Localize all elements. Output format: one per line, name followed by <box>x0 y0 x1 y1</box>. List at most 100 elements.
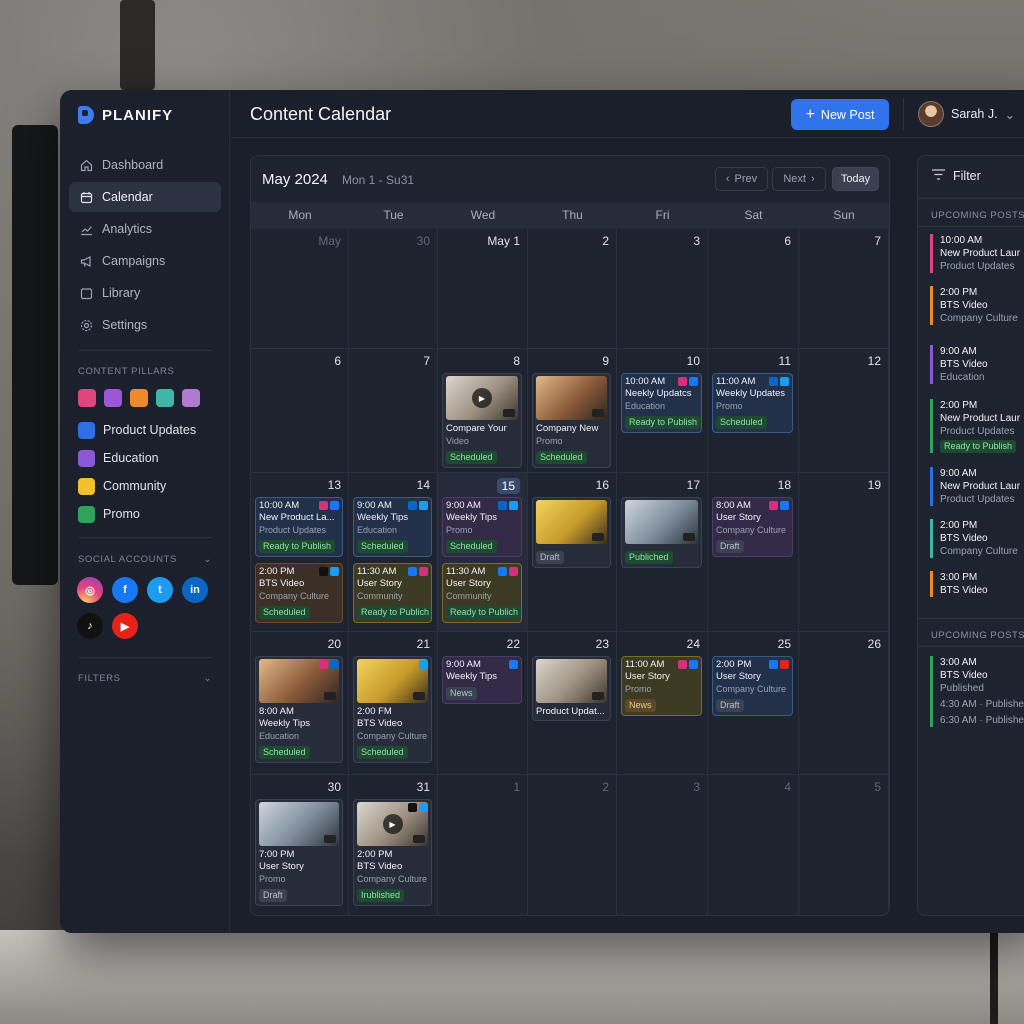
color-swatch[interactable] <box>182 389 200 407</box>
pillar-community[interactable]: Community <box>78 472 218 500</box>
filter-button[interactable]: Filter <box>932 169 981 183</box>
day-cell[interactable]: 7 <box>349 349 438 473</box>
day-cell[interactable]: 2 <box>528 775 617 915</box>
day-cell[interactable]: 21 2:00 FM BTS Video Company Culture Schedul… <box>349 632 438 775</box>
post-card[interactable]: 9:00 AM Weekly Tips Education Scheduled <box>353 497 432 557</box>
day-cell[interactable]: 6 <box>708 229 799 349</box>
post-card[interactable]: 11:30 AM User Story Community Ready to Publ… <box>442 563 522 623</box>
today-button[interactable]: Today <box>832 167 879 191</box>
day-cell[interactable]: 6 <box>251 349 349 473</box>
day-cell[interactable]: 3 <box>617 775 708 915</box>
nav-item-settings[interactable]: Settings <box>69 310 221 340</box>
upcoming-item[interactable]: 2:00 PM New Product Laur Product Updates Re… <box>930 399 1024 453</box>
day-cell[interactable]: 7 <box>799 229 889 349</box>
day-cell[interactable]: 24 11:00 AM User Story Promo News <box>617 632 708 775</box>
facebook-icon[interactable]: f <box>112 577 138 603</box>
post-card[interactable]: 11:00 AM User Story Promo News <box>621 656 702 716</box>
next-button[interactable]: Next › <box>772 167 826 191</box>
day-cell[interactable]: 30 7:00 PM User Story Promo Draft <box>251 775 349 915</box>
day-cell[interactable]: 15 9:00 AM Weekly Tips Promo Scheduled 11:30 … <box>438 473 528 632</box>
day-cell[interactable]: 10 10:00 AM Neekly Updatcs Education Ready t… <box>617 349 708 473</box>
social-accounts-heading[interactable]: SOCIAL ACCOUNTS ⌄ <box>78 554 212 565</box>
media-post-card[interactable]: Company New Promo Scheduled <box>532 373 611 468</box>
day-cell[interactable]: 14 9:00 AM Weekly Tips Education Scheduled 11… <box>349 473 438 632</box>
media-post-card[interactable]: ▶ 2:00 PM BTS Video Company Culture Irublish… <box>353 799 432 906</box>
linkedin-icon[interactable]: in <box>182 577 208 603</box>
nav-item-dashboard[interactable]: Dashboard <box>69 150 221 180</box>
day-cell[interactable]: 1 <box>438 775 528 915</box>
published-item[interactable]: 3:00 AM BTS Video Published 4:30 AM · Publi… <box>930 656 1024 727</box>
color-swatch[interactable] <box>78 389 96 407</box>
nav-item-library[interactable]: Library <box>69 278 221 308</box>
upcoming-item[interactable]: 9:00 AM New Product Laur Product Updates <box>930 467 1024 506</box>
upcoming-item[interactable]: 10:00 AM New Product Laur Product Updates <box>930 234 1024 273</box>
instagram-icon[interactable]: ◎ <box>77 577 103 603</box>
day-cell[interactable]: 18 8:00 AM User Story Company Culture Draft <box>708 473 799 632</box>
media-post-card[interactable]: Product Updat... <box>532 656 611 721</box>
color-swatch[interactable] <box>130 389 148 407</box>
media-post-card[interactable]: 7:00 PM User Story Promo Draft <box>255 799 343 906</box>
pillar-promo[interactable]: Promo <box>78 500 218 528</box>
pillar-product-updates[interactable]: Product Updates <box>78 416 218 444</box>
day-cell[interactable]: 19 <box>799 473 889 632</box>
play-icon[interactable]: ▶ <box>472 388 492 408</box>
post-card[interactable]: 8:00 AM User Story Company Culture Draft <box>712 497 793 557</box>
day-cell[interactable]: 12 <box>799 349 889 473</box>
day-cell[interactable]: 3 <box>617 229 708 349</box>
day-cell[interactable]: 16 Draft <box>528 473 617 632</box>
nav-item-analytics[interactable]: Analytics <box>69 214 221 244</box>
new-post-button[interactable]: + New Post <box>791 99 889 130</box>
pillar-education[interactable]: Education <box>78 444 218 472</box>
post-card[interactable]: 2:00 PM User Story Company Culture Draft <box>712 656 793 716</box>
day-cell[interactable]: 22 9:00 AM Weekly Tips News <box>438 632 528 775</box>
color-swatch[interactable] <box>156 389 174 407</box>
nav-item-calendar[interactable]: Calendar <box>69 182 221 212</box>
post-card[interactable]: 9:00 AM Weekly Tips News <box>442 656 522 704</box>
post-card[interactable]: 2:00 PM BTS Video Company Culture Scheduled <box>255 563 343 623</box>
media-post-card[interactable]: ▶ Compare Your Video Scheduled <box>442 373 522 468</box>
platform-icon <box>769 377 778 386</box>
day-cell[interactable]: 13 10:00 AM New Product La... Product Updat… <box>251 473 349 632</box>
day-cell[interactable]: 5 <box>799 775 889 915</box>
filters-heading[interactable]: FILTERS ⌄ <box>78 673 212 684</box>
media-post-card[interactable]: Draft <box>532 497 611 568</box>
media-post-card[interactable]: Publiched <box>621 497 702 568</box>
media-post-card[interactable]: 2:00 FM BTS Video Company Culture Scheduled <box>353 656 432 763</box>
media-post-card[interactable]: 8:00 AM Weekly Tips Education Scheduled <box>255 656 343 763</box>
day-cell[interactable]: 25 2:00 PM User Story Company Culture Draft <box>708 632 799 775</box>
color-swatch[interactable] <box>104 389 122 407</box>
upcoming-item[interactable]: 2:00 PM BTS Video Company Culture <box>930 286 1024 325</box>
nav-item-campaigns[interactable]: Campaigns <box>69 246 221 276</box>
chevron-down-icon: ⌄ <box>203 554 212 565</box>
day-cell[interactable]: May 1 <box>438 229 528 349</box>
day-cell[interactable]: 2 <box>528 229 617 349</box>
new-post-label: New Post <box>820 107 875 122</box>
day-cell[interactable]: 11 11:00 AM Weekly Updates Promo Scheduled <box>708 349 799 473</box>
day-cell[interactable]: May <box>251 229 349 349</box>
day-cell[interactable]: 31 ▶ 2:00 PM BTS Video Company Culture Irubli… <box>349 775 438 915</box>
day-cell[interactable]: 26 <box>799 632 889 775</box>
tiktok-icon[interactable]: ♪ <box>77 613 103 639</box>
upcoming-item[interactable]: 9:00 AM BTS Video Education <box>930 345 1024 384</box>
day-cell[interactable]: 20 8:00 AM Weekly Tips Education Scheduled <box>251 632 349 775</box>
post-card[interactable]: 11:30 AM User Story Community Ready to Publ… <box>353 563 432 623</box>
logo[interactable]: PLANIFY <box>78 106 173 124</box>
post-card[interactable]: 9:00 AM Weekly Tips Promo Scheduled <box>442 497 522 557</box>
post-card[interactable]: 10:00 AM Neekly Updatcs Education Ready to … <box>621 373 702 433</box>
user-menu[interactable]: Sarah J. ⌄ <box>918 101 1015 127</box>
youtube-icon[interactable]: ▶ <box>112 613 138 639</box>
day-cell[interactable]: 4 <box>708 775 799 915</box>
day-cell[interactable]: 9 Company New Promo Scheduled <box>528 349 617 473</box>
play-icon[interactable]: ▶ <box>382 814 403 834</box>
platform-icons <box>319 660 339 669</box>
prev-button[interactable]: ‹ Prev <box>715 167 768 191</box>
day-cell[interactable]: 30 <box>349 229 438 349</box>
day-cell[interactable]: 8 ▶ Compare Your Video Scheduled <box>438 349 528 473</box>
post-card[interactable]: 10:00 AM New Product La... Product Updates… <box>255 497 343 557</box>
day-cell[interactable]: 17 Publiched <box>617 473 708 632</box>
day-cell[interactable]: 23 Product Updat... <box>528 632 617 775</box>
upcoming-item[interactable]: 3:00 PM BTS Video <box>930 571 1024 597</box>
twitter-icon[interactable]: t <box>147 577 173 603</box>
post-card[interactable]: 11:00 AM Weekly Updates Promo Scheduled <box>712 373 793 433</box>
upcoming-item[interactable]: 2:00 PM BTS Video Company Culture <box>930 519 1024 558</box>
